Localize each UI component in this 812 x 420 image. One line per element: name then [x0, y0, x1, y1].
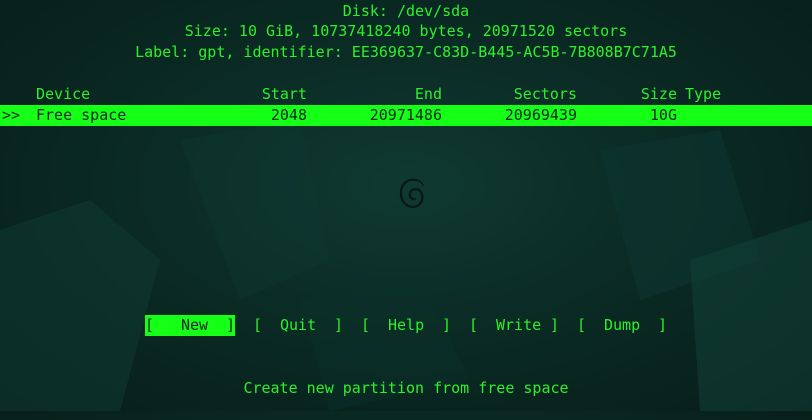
column-device: Device: [36, 85, 91, 103]
bracket-open: [: [361, 316, 371, 334]
write-button-label: Write: [496, 316, 542, 334]
row-sectors: 20969439: [504, 106, 577, 124]
disk-path: Disk: /dev/sda: [342, 2, 470, 20]
quit-button-label: Quit: [280, 316, 317, 334]
help-button[interactable]: [ Help ]: [361, 315, 451, 336]
row-size: 10G: [649, 106, 677, 124]
debian-swirl-icon: [399, 178, 424, 208]
help-button-label: Help: [388, 316, 425, 334]
bracket-open: [: [469, 316, 479, 334]
column-type: Type: [685, 85, 722, 103]
new-button[interactable]: [ New ]: [145, 315, 235, 336]
bracket-open: [: [145, 316, 155, 334]
row-end: 20971486: [369, 106, 442, 124]
dump-button-label: Dump: [604, 316, 641, 334]
write-button[interactable]: [ Write ]: [469, 315, 559, 336]
bracket-open: [: [577, 316, 587, 334]
disk-label-info: Label: gpt, identifier: EE369637-C83D-B4…: [135, 43, 677, 61]
row-device: Free space: [36, 106, 127, 124]
disk-size-info: Size: 10 GiB, 10737418240 bytes, 2097152…: [184, 22, 628, 40]
bracket-close: ]: [658, 316, 668, 334]
column-size: Size: [640, 85, 677, 103]
quit-button[interactable]: [ Quit ]: [253, 315, 343, 336]
column-start: Start: [261, 85, 307, 103]
bracket-close: ]: [226, 316, 236, 334]
new-button-label: New: [181, 316, 209, 334]
dump-button[interactable]: [ Dump ]: [577, 315, 667, 336]
selection-marker: >>: [2, 106, 21, 124]
bracket-open: [: [253, 316, 263, 334]
table-row[interactable]: >> Free space 2048 20971486 20969439 10G: [0, 105, 812, 126]
status-hint: Create new partition from free space: [243, 379, 569, 397]
column-end: End: [414, 85, 442, 103]
row-start: 2048: [270, 106, 307, 124]
column-sectors: Sectors: [513, 85, 577, 103]
bracket-close: ]: [442, 316, 452, 334]
table-header: Device Start End Sectors Size Type: [0, 84, 812, 105]
action-menu: [ New ] [ Quit ] [ Help ] [ Write ] [ Du…: [0, 315, 812, 336]
bracket-close: ]: [334, 316, 344, 334]
bracket-close: ]: [550, 316, 560, 334]
